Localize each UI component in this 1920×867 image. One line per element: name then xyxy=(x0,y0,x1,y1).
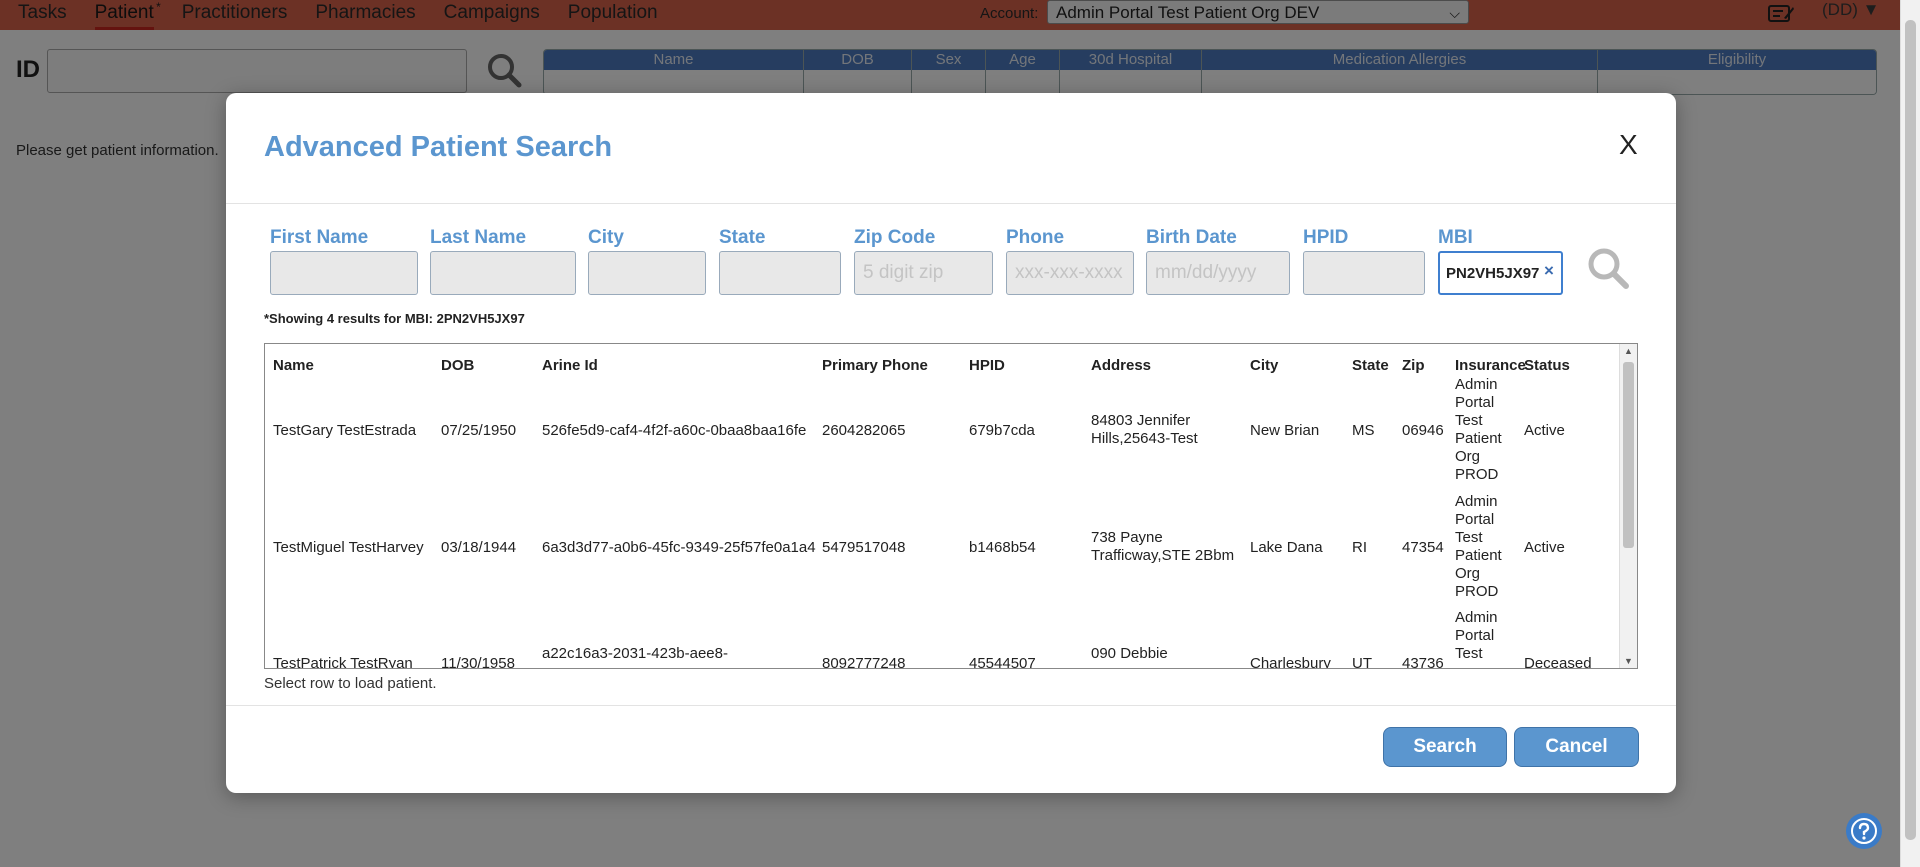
cell-state: UT xyxy=(1352,655,1372,669)
mbi-label: MBI xyxy=(1438,227,1473,248)
cell-address: 090 Debbie xyxy=(1091,645,1168,662)
cell-zip: 47354 xyxy=(1402,539,1444,556)
results-note: *Showing 4 results for MBI: 2PN2VH5JX97 xyxy=(264,311,525,326)
birth-date-label: Birth Date xyxy=(1146,227,1237,248)
close-button[interactable]: X xyxy=(1619,129,1638,161)
cell-name: TestPatrick TestRyan xyxy=(273,655,413,669)
col-city: City xyxy=(1250,357,1279,374)
phone-label: Phone xyxy=(1006,227,1065,248)
last-name-label: Last Name xyxy=(430,227,527,248)
cell-hpid: 679b7cda xyxy=(969,422,1035,439)
results-table: Name DOB Arine Id Primary Phone HPID Add… xyxy=(264,343,1638,669)
results-scrollbar-thumb[interactable] xyxy=(1623,362,1634,548)
cell-status: Deceased xyxy=(1524,655,1592,669)
cell-city: New Brian xyxy=(1250,422,1320,439)
cell-arine-id: 6a3d3d77-a0b6-45fc-9349-25f57fe0a1a4 xyxy=(542,539,816,556)
col-state: State xyxy=(1352,357,1389,374)
divider xyxy=(226,705,1676,706)
zip-code-label: Zip Code xyxy=(854,227,936,248)
cell-status: Active xyxy=(1524,539,1565,556)
clear-icon[interactable]: × xyxy=(1544,261,1554,281)
dialog-title: Advanced Patient Search xyxy=(264,131,613,163)
col-arine-id: Arine Id xyxy=(542,357,598,374)
cell-name: TestMiguel TestHarvey xyxy=(273,539,424,556)
col-name: Name xyxy=(273,357,314,374)
col-address: Address xyxy=(1091,357,1152,374)
state-input[interactable] xyxy=(719,251,841,295)
col-primary-phone: Primary Phone xyxy=(822,357,928,374)
col-dob: DOB xyxy=(441,357,475,374)
cell-phone: 8092777248 xyxy=(822,655,906,669)
cell-name: TestGary TestEstrada xyxy=(273,422,417,439)
first-name-input[interactable] xyxy=(270,251,418,295)
cell-city: Charlesbury xyxy=(1250,655,1331,669)
state-label: State xyxy=(719,227,766,248)
cell-phone: 5479517048 xyxy=(822,539,906,556)
advanced-patient-search-dialog: Advanced Patient Search X First Name Las… xyxy=(226,93,1676,793)
scroll-down-icon[interactable]: ▼ xyxy=(1624,656,1633,666)
cell-insurance: Admin Portal Test Patient Org PROD xyxy=(1455,493,1502,600)
cell-status: Active xyxy=(1524,422,1565,439)
cell-city: Lake Dana xyxy=(1250,539,1323,556)
city-label: City xyxy=(588,227,624,248)
first-name-label: First Name xyxy=(270,227,369,248)
cell-dob: 07/25/1950 xyxy=(441,422,517,439)
zip-code-input[interactable]: 5 digit zip xyxy=(854,251,993,295)
select-row-hint: Select row to load patient. xyxy=(264,675,437,692)
cell-insurance: Admin Portal Test xyxy=(1455,609,1498,662)
col-hpid: HPID xyxy=(969,357,1005,374)
hpid-label: HPID xyxy=(1303,227,1349,248)
cell-hpid: 45544507 xyxy=(969,655,1036,669)
col-zip: Zip xyxy=(1402,357,1425,374)
search-icon[interactable] xyxy=(1586,246,1630,290)
results-scrollbar[interactable]: ▲ ▼ xyxy=(1619,344,1637,668)
cancel-button[interactable]: Cancel xyxy=(1514,727,1639,767)
last-name-input[interactable] xyxy=(430,251,576,295)
cell-dob: 03/18/1944 xyxy=(441,539,517,556)
help-button[interactable] xyxy=(1846,813,1882,849)
cell-insurance: Admin Portal Test Patient Org PROD xyxy=(1455,376,1502,483)
cell-address: 84803 Jennifer Hills,25643-Test xyxy=(1091,412,1198,447)
cell-address: 738 Payne Trafficway,STE 2Bbm xyxy=(1091,529,1235,564)
cell-hpid: b1468b54 xyxy=(969,539,1036,556)
col-insurance: Insurance xyxy=(1455,357,1526,374)
divider xyxy=(226,203,1676,204)
cell-phone: 2604282065 xyxy=(822,422,906,439)
search-button[interactable]: Search xyxy=(1383,727,1507,767)
cell-state: MS xyxy=(1352,422,1375,439)
scroll-up-icon[interactable]: ▲ xyxy=(1624,346,1633,356)
question-icon xyxy=(1851,818,1877,844)
cell-state: RI xyxy=(1352,539,1367,556)
cell-dob: 11/30/1958 xyxy=(441,655,515,669)
cell-zip: 43736 xyxy=(1402,655,1444,669)
col-status: Status xyxy=(1524,357,1570,374)
cell-arine-id: 526fe5d9-caf4-4f2f-a60c-0baa8baa16fe xyxy=(542,422,807,439)
page-scrollbar-thumb[interactable] xyxy=(1905,20,1916,840)
hpid-input[interactable] xyxy=(1303,251,1425,295)
cell-arine-id: a22c16a3-2031-423b-aee8- xyxy=(542,645,728,662)
city-input[interactable] xyxy=(588,251,706,295)
phone-input[interactable]: xxx-xxx-xxxx xyxy=(1006,251,1134,295)
cell-zip: 06946 xyxy=(1402,422,1444,439)
birth-date-input[interactable]: mm/dd/yyyy xyxy=(1146,251,1290,295)
page-scrollbar[interactable] xyxy=(1900,0,1920,867)
